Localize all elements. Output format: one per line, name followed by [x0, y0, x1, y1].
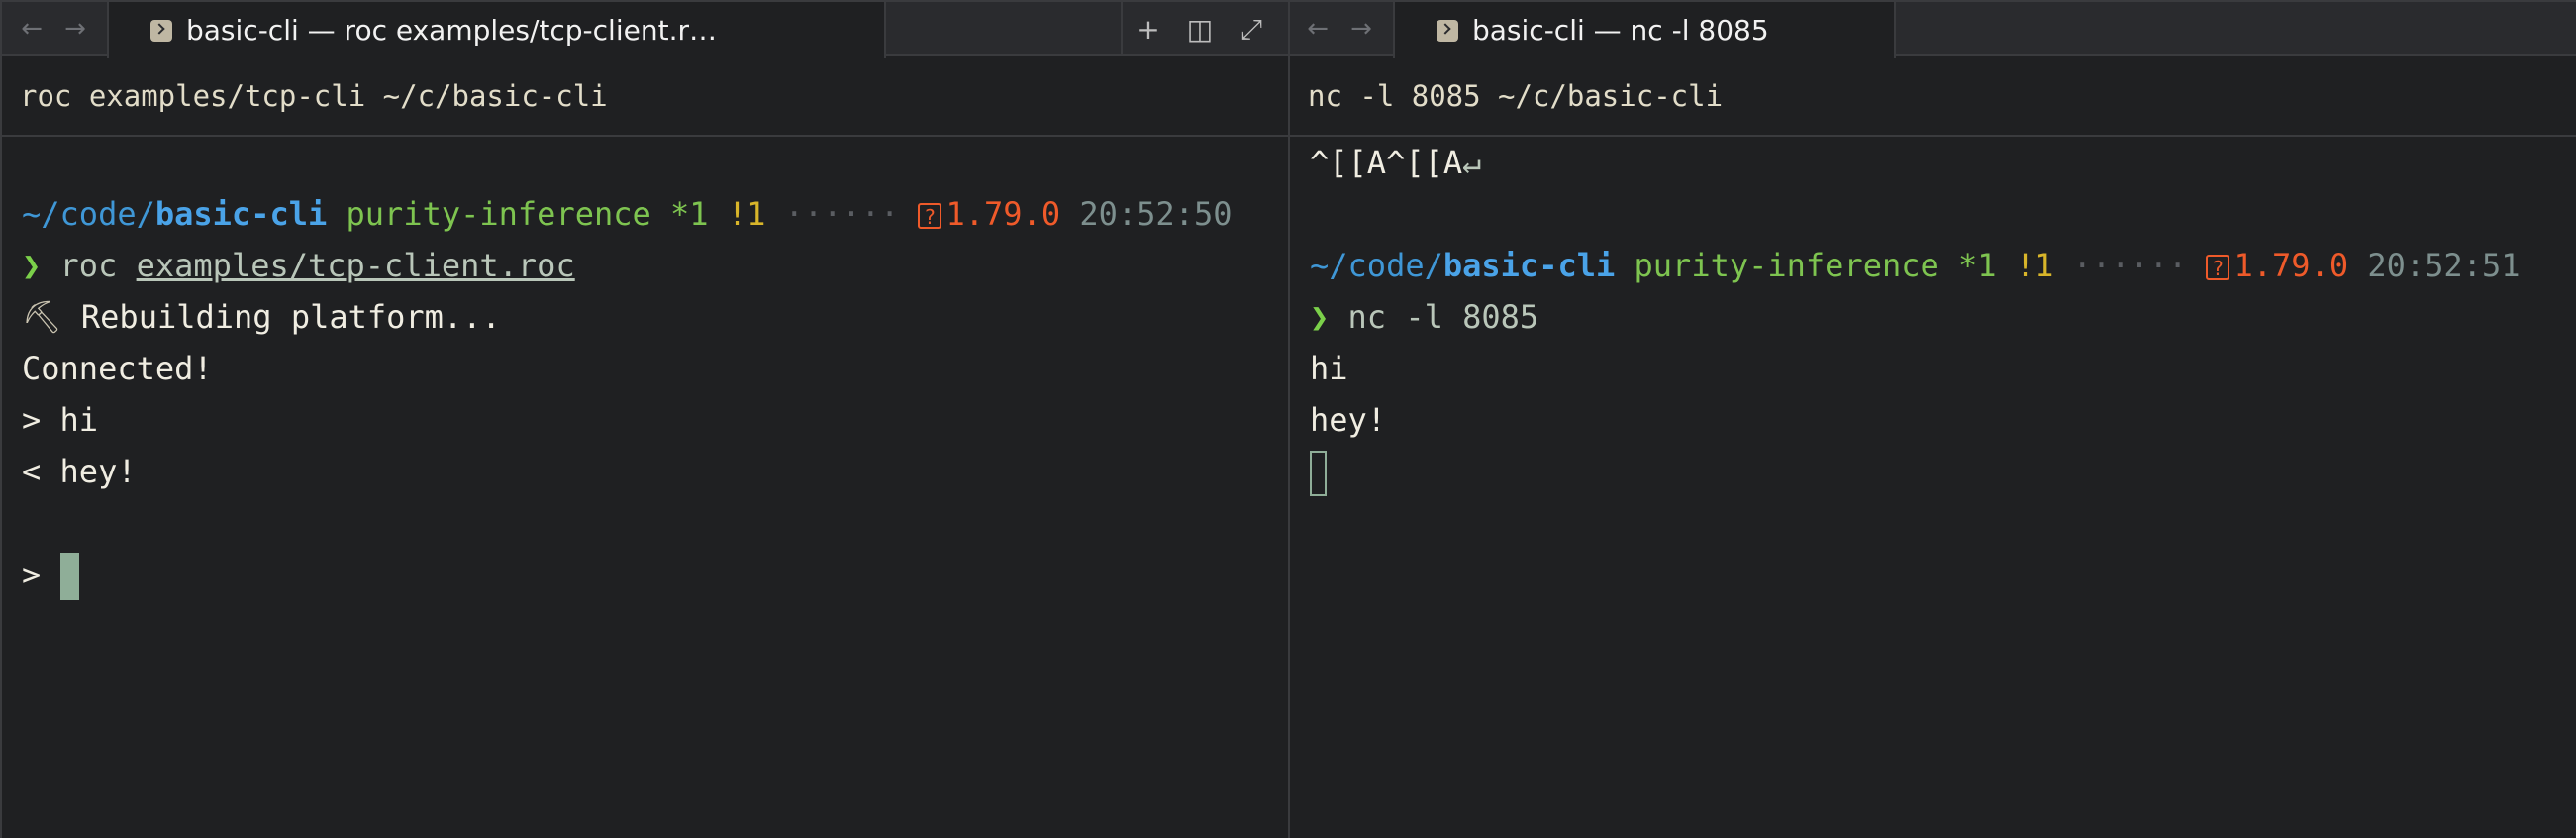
tab-title: basic-cli — nc -l 8085: [1472, 14, 1769, 47]
sent-line: > hi: [22, 401, 99, 439]
right-nav: ← →: [1296, 2, 1383, 56]
prompt-chevron-icon: ❯: [22, 247, 42, 284]
forward-arrow-icon[interactable]: →: [1339, 2, 1383, 56]
prompt-branch: purity-inference: [1634, 247, 1939, 284]
prompt-dots: ······: [2072, 247, 2188, 284]
tab-left-active[interactable]: basic-cli — roc examples/tcp-client.r…: [107, 2, 886, 58]
prompt-stash: *1: [670, 195, 709, 233]
prompt-version: 1.79.0: [2233, 247, 2349, 284]
rebuild-line: ⛏ Rebuilding platform...: [22, 291, 501, 343]
input-line[interactable]: [1310, 446, 1327, 497]
forward-arrow-icon[interactable]: →: [53, 2, 97, 56]
expand-icon[interactable]: ⤢: [1226, 2, 1277, 56]
prompt-dots: ······: [784, 195, 900, 233]
back-arrow-icon[interactable]: ←: [1296, 2, 1339, 56]
left-pane[interactable]: ← → basic-cli — roc examples/tcp-client.…: [0, 0, 1290, 838]
input-line[interactable]: >: [22, 549, 79, 600]
prompt-path-prefix: ~/code/: [1310, 247, 1443, 284]
connected-line: Connected!: [22, 350, 213, 387]
prompt-chevron-icon: ❯: [1310, 298, 1330, 336]
text-cursor: [59, 553, 79, 600]
prompt-branch: purity-inference: [346, 195, 651, 233]
question-icon: ?: [2206, 255, 2230, 280]
prompt-line: ~/code/basic-cli purity-inference *1 !1 …: [22, 188, 1232, 240]
command-line: ❯ nc -l 8085: [1310, 291, 1538, 343]
tab-tools: + ◫ ⤢: [1121, 2, 1290, 56]
output-line-hey: hey!: [1310, 401, 1387, 439]
left-tab-bar: ← → basic-cli — roc examples/tcp-client.…: [2, 0, 1290, 58]
output-line-hi: hi: [1310, 350, 1348, 387]
input-prompt: >: [22, 556, 60, 593]
left-header: roc examples/tcp-cli ~/c/basic-cli: [2, 56, 1288, 137]
terminal-app: ← → basic-cli — roc examples/tcp-client.…: [0, 0, 2576, 838]
prompt-time: 20:52:50: [1079, 195, 1233, 233]
prompt-time: 20:52:51: [2367, 247, 2521, 284]
right-tab-bar: ← → basic-cli — nc -l 8085: [1290, 0, 2576, 58]
split-pane-icon[interactable]: ◫: [1174, 2, 1226, 56]
command-name: nc -l 8085: [1347, 298, 1539, 336]
command-line: ❯ roc examples/tcp-client.roc: [22, 240, 575, 291]
escape-seq-text: ^[[A^[[A: [1310, 144, 1463, 181]
tab-title: basic-cli — roc examples/tcp-client.r…: [186, 14, 717, 47]
tab-right-active[interactable]: basic-cli — nc -l 8085: [1393, 2, 1896, 58]
prompt-line: ~/code/basic-cli purity-inference *1 !1 …: [1310, 240, 2520, 291]
right-pane[interactable]: ← → basic-cli — nc -l 8085 nc -l 8085 ~/…: [1290, 0, 2576, 838]
right-header: nc -l 8085 ~/c/basic-cli: [1290, 56, 2576, 137]
hammer-icon: ⛏: [22, 298, 62, 336]
prompt-path-prefix: ~/code/: [22, 195, 155, 233]
left-nav: ← →: [10, 2, 97, 56]
received-line: < hey!: [22, 453, 137, 490]
new-tab-plus-icon[interactable]: +: [1123, 2, 1174, 56]
question-icon: ?: [918, 203, 942, 229]
command-name: roc: [59, 247, 118, 284]
return-icon: ↵: [1462, 144, 1482, 181]
prompt-modified: !1: [727, 195, 766, 233]
back-arrow-icon[interactable]: ←: [10, 2, 53, 56]
prompt-dir: basic-cli: [154, 195, 328, 233]
prompt-dir: basic-cli: [1442, 247, 1616, 284]
prompt-version: 1.79.0: [945, 195, 1061, 233]
rebuild-text: Rebuilding platform...: [80, 298, 501, 336]
terminal-icon: [150, 19, 172, 42]
terminal-icon: [1437, 19, 1458, 42]
text-cursor: [1310, 451, 1327, 496]
prompt-modified: !1: [2015, 247, 2054, 284]
prompt-stash: *1: [1958, 247, 1997, 284]
escape-seq-line: ^[[A^[[A↵: [1310, 137, 1481, 188]
command-arg-link[interactable]: examples/tcp-client.roc: [137, 247, 575, 284]
